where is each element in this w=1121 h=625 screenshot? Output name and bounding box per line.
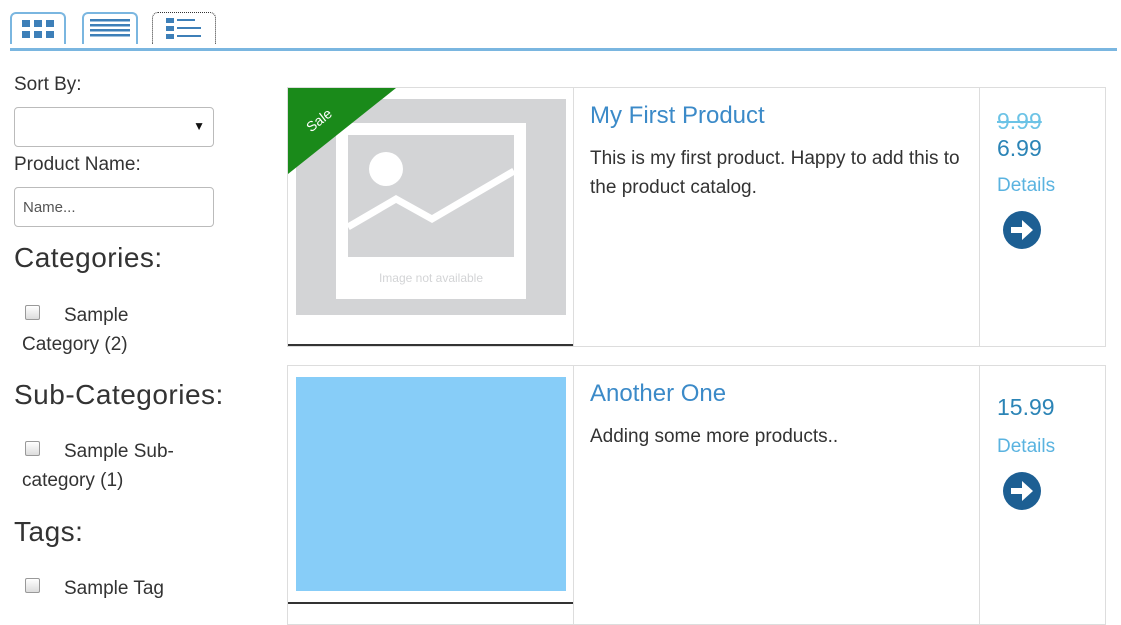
subcategory-checkbox[interactable] (25, 441, 40, 456)
sale-price: 6.99 (997, 135, 1042, 161)
tags-heading: Tags: (14, 516, 84, 547)
product-price: 15.99 (997, 394, 1055, 420)
tag-label: Sample Tag (64, 578, 164, 599)
category-filter-item[interactable]: Sample Category (2) (22, 301, 202, 359)
subcategory-label: Sample Sub-category (1) (22, 441, 174, 491)
tag-checkbox[interactable] (25, 578, 40, 593)
categories-heading: Categories: (14, 242, 163, 273)
view-toggle-bar (10, 12, 1117, 51)
product-title-link[interactable]: My First Product (590, 102, 765, 130)
product-price-cell: 9.99 6.99 Details (979, 88, 1106, 346)
product-card: Another One Adding some more products.. … (287, 365, 1106, 625)
arrow-right-circle-icon[interactable] (1002, 471, 1042, 511)
detail-list-icon (166, 17, 201, 39)
product-price-cell: 15.99 Details (979, 366, 1106, 624)
list-icon (90, 19, 130, 37)
product-description: This is my first product. Happy to add t… (590, 148, 960, 198)
subcategory-filter-item[interactable]: Sample Sub-category (1) (22, 437, 202, 495)
list-view-button[interactable] (82, 12, 138, 44)
sort-by-label: Sort By: (14, 74, 82, 95)
chevron-down-icon: ▼ (193, 119, 205, 133)
sale-badge: Sale (288, 88, 396, 174)
product-description: Adding some more products.. (590, 426, 839, 447)
grid-view-button[interactable] (10, 12, 66, 44)
category-checkbox[interactable] (25, 305, 40, 320)
sort-by-select[interactable]: ▼ (14, 107, 214, 147)
subcategories-heading: Sub-Categories: (14, 379, 224, 410)
details-link[interactable]: Details (997, 436, 1055, 458)
product-image-cell (288, 366, 574, 624)
product-info: My First Product This is my first produc… (590, 102, 970, 202)
image-not-available-text: Image not available (379, 271, 483, 285)
product-name-label: Product Name: (14, 154, 141, 175)
product-card: Image not available Sale My First Produc… (287, 87, 1106, 347)
detail-view-button[interactable] (152, 12, 216, 44)
arrow-right-circle-icon[interactable] (1002, 210, 1042, 250)
product-title-link[interactable]: Another One (590, 380, 726, 408)
product-image-cell: Image not available Sale (288, 88, 574, 346)
product-name-input[interactable] (14, 187, 214, 227)
grid-icon (22, 20, 54, 38)
product-info: Another One Adding some more products.. (590, 380, 970, 451)
image-underline (288, 602, 573, 604)
details-link[interactable]: Details (997, 175, 1055, 197)
original-price: 9.99 (997, 108, 1042, 134)
product-image[interactable] (296, 377, 566, 591)
image-underline (288, 344, 573, 346)
tag-filter-item[interactable]: Sample Tag (22, 574, 242, 603)
